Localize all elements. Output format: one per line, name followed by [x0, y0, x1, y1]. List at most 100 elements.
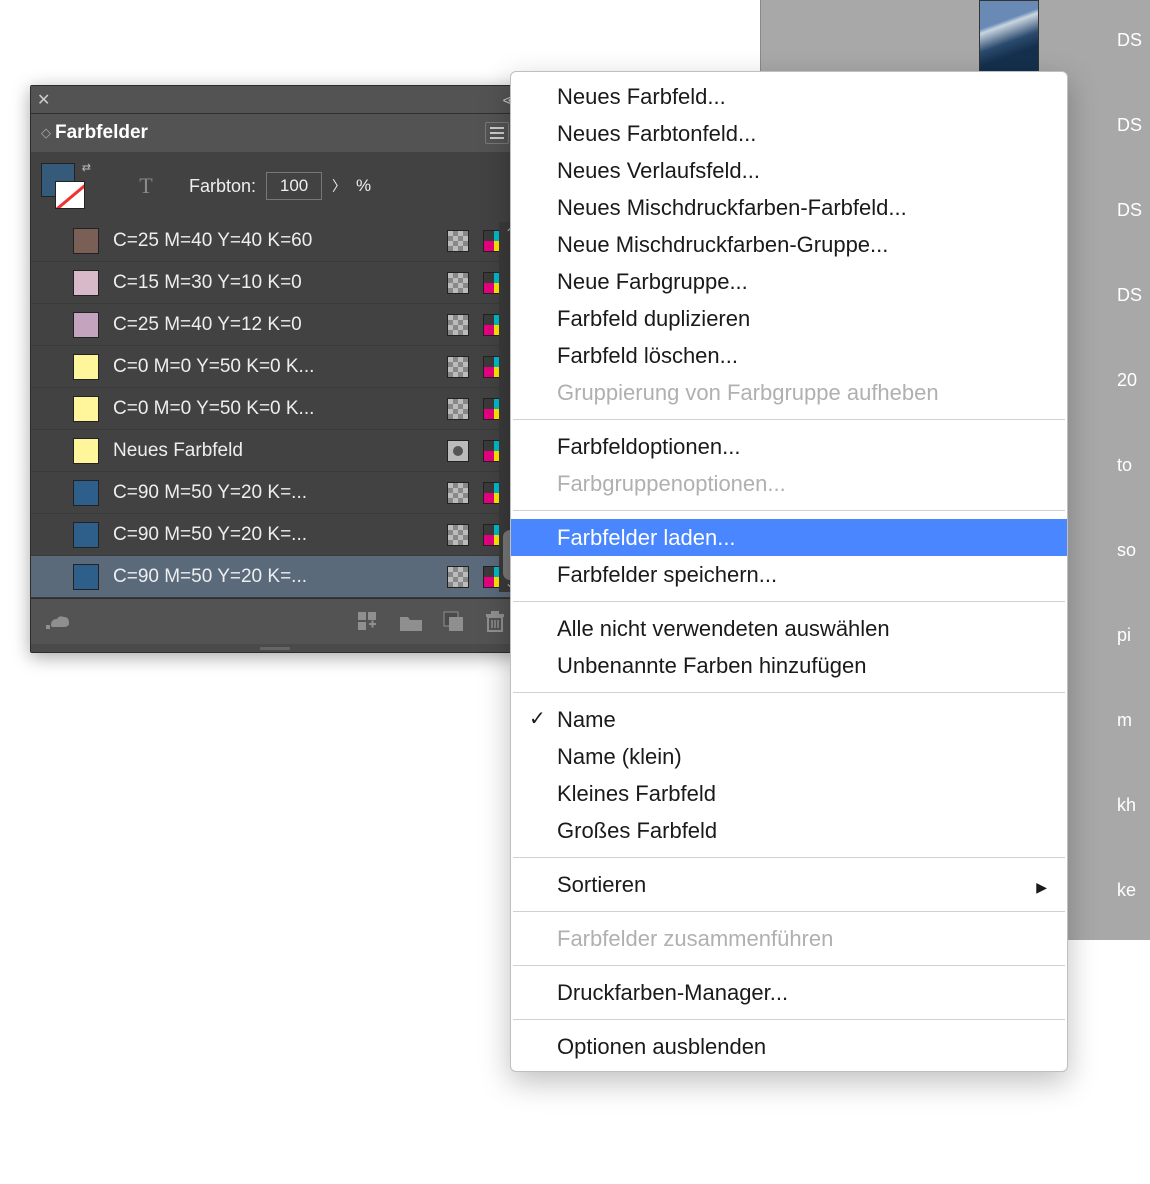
close-icon[interactable]: ✕ — [37, 90, 55, 110]
swatch-name: Neues Farbfeld — [113, 440, 433, 462]
new-group-icon[interactable] — [399, 612, 423, 632]
global-color-icon — [447, 230, 469, 252]
menu-separator — [513, 911, 1065, 912]
menu-item[interactable]: Druckfarben-Manager... — [511, 974, 1067, 1011]
menu-item: Farbfelder zusammenführen — [511, 920, 1067, 957]
swatch-chip — [73, 480, 99, 506]
menu-item[interactable]: Optionen ausblenden — [511, 1028, 1067, 1065]
delete-swatch-icon[interactable] — [485, 611, 505, 633]
menu-separator — [513, 965, 1065, 966]
swatch-name: C=90 M=50 Y=20 K=... — [113, 482, 433, 504]
menu-item[interactable]: Unbenannte Farben hinzufügen — [511, 647, 1067, 684]
swatch-chip — [73, 522, 99, 548]
swatch-list[interactable]: C=25 M=40 Y=40 K=60 C=15 M=30 Y=10 K=0 C=2… — [31, 220, 519, 598]
sidebar-label: DS — [1117, 200, 1142, 285]
menu-item[interactable]: Sortieren — [511, 866, 1067, 903]
menu-item: Farbgruppenoptionen... — [511, 465, 1067, 502]
sidebar-label: pi — [1117, 625, 1142, 710]
swatch-row[interactable]: C=90 M=50 Y=20 K=... — [31, 514, 519, 556]
menu-item[interactable]: Neue Mischdruckfarben-Gruppe... — [511, 226, 1067, 263]
global-color-icon — [447, 356, 469, 378]
global-color-icon — [447, 398, 469, 420]
swatch-row[interactable]: Neues Farbfeld — [31, 430, 519, 472]
menu-separator — [513, 419, 1065, 420]
menu-item[interactable]: Alle nicht verwendeten auswählen — [511, 610, 1067, 647]
swatch-name: C=25 M=40 Y=40 K=60 — [113, 230, 433, 252]
swatch-name: C=15 M=30 Y=10 K=0 — [113, 272, 433, 294]
stroke-swatch-none[interactable] — [55, 181, 85, 209]
sidebar-label: m — [1117, 710, 1142, 795]
menu-item[interactable]: Farbfeldoptionen... — [511, 428, 1067, 465]
menu-item[interactable]: Neue Farbgruppe... — [511, 263, 1067, 300]
swatch-row[interactable]: C=25 M=40 Y=40 K=60 — [31, 220, 519, 262]
sidebar-label: ke — [1117, 880, 1142, 965]
global-color-icon — [447, 566, 469, 588]
tint-label: Farbton: — [189, 176, 256, 197]
sidebar-label: 20 — [1117, 370, 1142, 455]
panel-resize-grip[interactable] — [31, 644, 519, 652]
side-labels: DSDSDSDS20tosopimkhke — [1117, 30, 1142, 965]
formatting-text-icon[interactable]: T — [133, 173, 159, 199]
new-swatch-grid-icon[interactable] — [357, 611, 379, 633]
menu-item[interactable]: Farbfeld duplizieren — [511, 300, 1067, 337]
tab-handle-icon[interactable]: ◇ — [41, 125, 51, 141]
menu-separator — [513, 857, 1065, 858]
menu-item[interactable]: Großes Farbfeld — [511, 812, 1067, 849]
swatch-row[interactable]: C=90 M=50 Y=20 K=... — [31, 556, 519, 598]
sidebar-label: DS — [1117, 285, 1142, 370]
menu-item[interactable]: Neues Farbtonfeld... — [511, 115, 1067, 152]
menu-item[interactable]: Name — [511, 701, 1067, 738]
menu-item[interactable]: Kleines Farbfeld — [511, 775, 1067, 812]
global-color-icon — [447, 482, 469, 504]
panel-tabbar: ◇ Farbfelder — [31, 114, 519, 152]
tint-unit: % — [356, 176, 371, 196]
sidebar-label: DS — [1117, 115, 1142, 200]
global-color-icon — [447, 272, 469, 294]
swatch-chip — [73, 564, 99, 590]
swatch-chip — [73, 228, 99, 254]
global-color-icon — [447, 524, 469, 546]
swatches-panel: ✕ << ◇ Farbfelder ⇄ T Farbton: 〉 % C=25 … — [30, 85, 520, 653]
sidebar-label: so — [1117, 540, 1142, 625]
swatch-chip — [73, 270, 99, 296]
fill-stroke-proxy[interactable]: ⇄ — [41, 163, 87, 209]
menu-item[interactable]: Neues Farbfeld... — [511, 78, 1067, 115]
menu-item[interactable]: Farbfelder laden... — [511, 519, 1067, 556]
panel-titlebar[interactable]: ✕ << — [31, 86, 519, 114]
tint-stepper-icon[interactable]: 〉 — [332, 176, 346, 196]
sidebar-label: DS — [1117, 30, 1142, 115]
swatch-chip — [73, 354, 99, 380]
swatch-row[interactable]: C=25 M=40 Y=12 K=0 — [31, 304, 519, 346]
swatch-name: C=90 M=50 Y=20 K=... — [113, 524, 433, 546]
panel-controls: ⇄ T Farbton: 〉 % — [31, 152, 519, 220]
thumbnail-image[interactable] — [979, 0, 1039, 75]
menu-item: Gruppierung von Farbgruppe aufheben — [511, 374, 1067, 411]
swatch-row[interactable]: C=90 M=50 Y=20 K=... — [31, 472, 519, 514]
swatch-name: C=90 M=50 Y=20 K=... — [113, 566, 433, 588]
menu-item[interactable]: Name (klein) — [511, 738, 1067, 775]
swap-fill-stroke-icon[interactable]: ⇄ — [82, 161, 91, 174]
swatch-row[interactable]: C=15 M=30 Y=10 K=0 — [31, 262, 519, 304]
tint-input[interactable] — [266, 172, 322, 200]
swatch-row[interactable]: C=0 M=0 Y=50 K=0 K... — [31, 388, 519, 430]
swatch-chip — [73, 396, 99, 422]
cc-libraries-icon[interactable] — [45, 613, 71, 631]
swatch-name: C=0 M=0 Y=50 K=0 K... — [113, 356, 433, 378]
menu-separator — [513, 601, 1065, 602]
sidebar-label: kh — [1117, 795, 1142, 880]
menu-item[interactable]: Farbfeld löschen... — [511, 337, 1067, 374]
panel-menu-icon[interactable] — [485, 122, 509, 144]
swatch-row[interactable]: C=0 M=0 Y=50 K=0 K... — [31, 346, 519, 388]
new-swatch-icon[interactable] — [443, 611, 465, 633]
panel-footer — [31, 598, 519, 644]
menu-item[interactable]: Neues Mischdruckfarben-Farbfeld... — [511, 189, 1067, 226]
swatches-flyout-menu[interactable]: Neues Farbfeld...Neues Farbtonfeld...Neu… — [510, 71, 1068, 1072]
formatting-container-icon[interactable] — [97, 173, 123, 199]
menu-item[interactable]: Neues Verlaufsfeld... — [511, 152, 1067, 189]
menu-item[interactable]: Farbfelder speichern... — [511, 556, 1067, 593]
swatch-chip — [73, 312, 99, 338]
global-color-icon — [447, 314, 469, 336]
spot-color-icon — [447, 440, 469, 462]
panel-title[interactable]: Farbfelder — [55, 122, 485, 144]
menu-separator — [513, 692, 1065, 693]
